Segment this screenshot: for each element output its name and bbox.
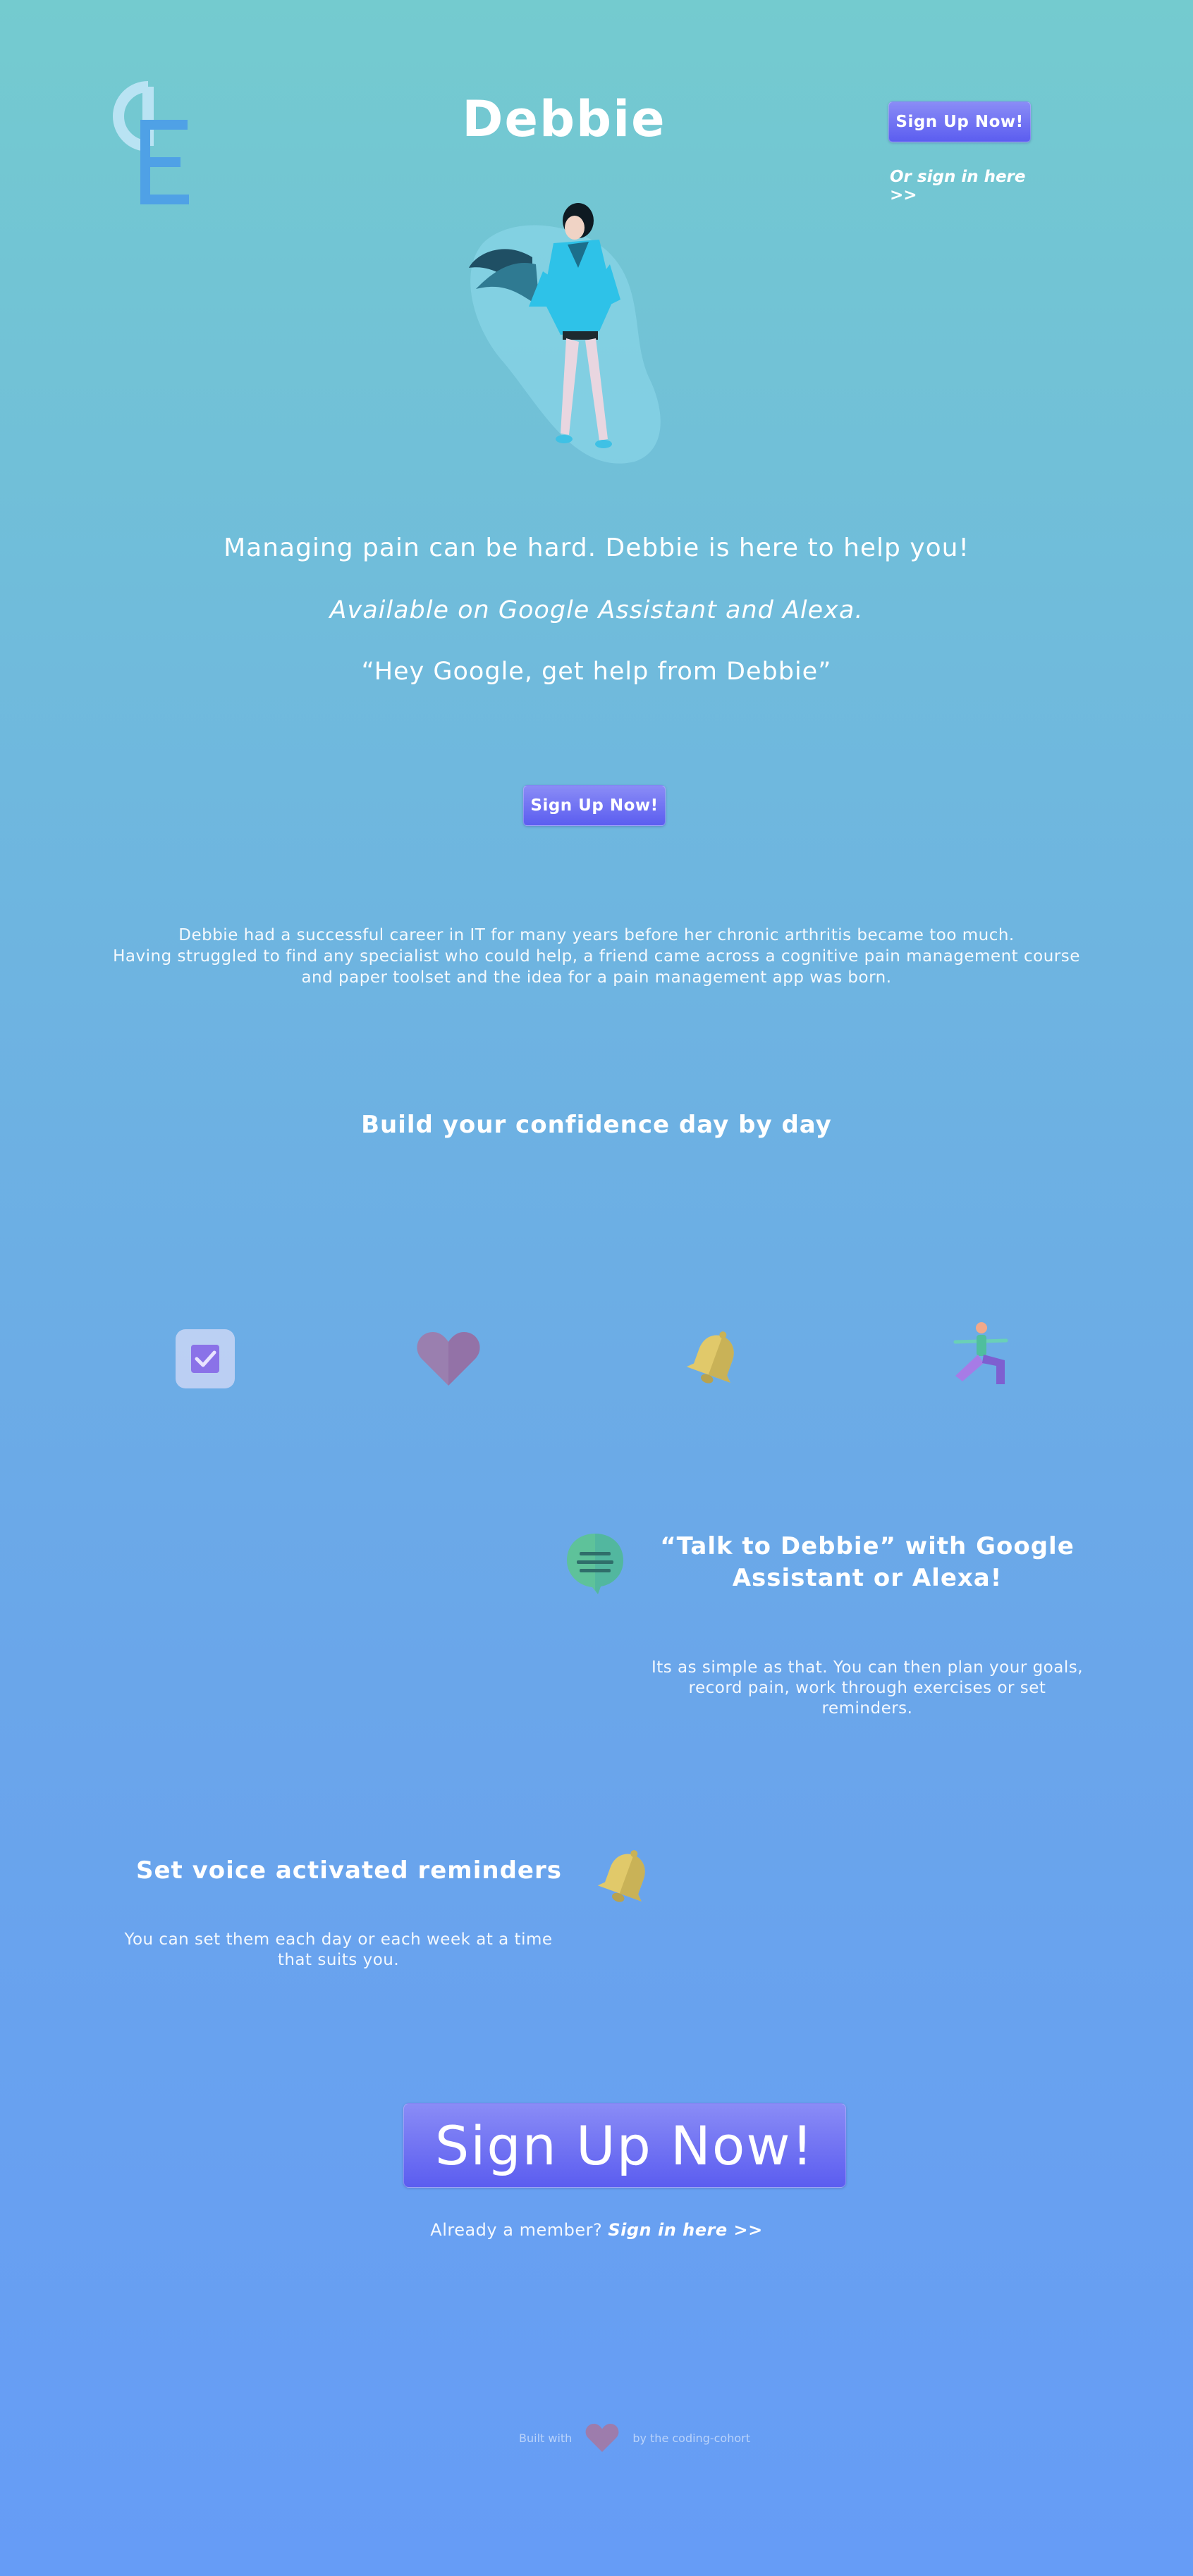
hero-availability: Available on Google Assistant and Alexa. <box>329 596 864 624</box>
footer: Built with by the coding-cohort <box>494 2420 776 2455</box>
yoga-pose-icon <box>948 1319 1012 1390</box>
talk-heading-line-2: Assistant or Alexa! <box>732 1564 1003 1592</box>
reminders-body: You can set them each day or each week a… <box>113 1930 564 1971</box>
about-line-3: and paper toolset and the idea for a pai… <box>301 968 892 987</box>
about-line-2: Having struggled to find any specialist … <box>113 947 1080 966</box>
about-line-1: Debbie had a successful career in IT for… <box>178 926 1015 944</box>
reminders-heading: Set voice activated reminders <box>136 1856 562 1885</box>
heart-icon <box>416 1331 481 1387</box>
debbie-logo[interactable] <box>104 81 192 204</box>
footer-heart-icon <box>585 2423 620 2453</box>
reminders-body-line-2: that suits you. <box>277 1951 400 1969</box>
footer-by-text: by the coding-cohort <box>632 2431 750 2445</box>
footer-built-with: Built with <box>519 2431 573 2445</box>
hero-signup-button[interactable]: Sign Up Now! <box>523 785 666 826</box>
reminder-bell-icon <box>594 1848 657 1907</box>
member-signin-row: Already a member? Sign in here >> <box>385 2220 808 2240</box>
hero-invocation: “Hey Google, get help from Debbie” <box>361 658 832 686</box>
talk-body-line-2: record pain, work through exercises or s… <box>688 1679 1046 1697</box>
superhero-illustration <box>455 201 680 472</box>
big-signup-button[interactable]: Sign Up Now! <box>403 2103 846 2188</box>
talk-body-line-1: Its as simple as that. You can then plan… <box>651 1658 1084 1677</box>
header-signup-button[interactable]: Sign Up Now! <box>888 101 1031 142</box>
talk-body-line-3: reminders. <box>821 1699 913 1718</box>
reminders-body-line-1: You can set them each day or each week a… <box>124 1930 553 1949</box>
features-heading: Build your confidence day by day <box>361 1111 832 1139</box>
about-text: Debbie had a successful career in IT for… <box>106 925 1087 988</box>
header-signin-text[interactable]: Or sign in here >> <box>890 168 1026 204</box>
talk-heading-line-1: “Talk to Debbie” with Google <box>660 1532 1075 1560</box>
checkbox-icon <box>176 1329 235 1388</box>
talk-body: Its as simple as that. You can then plan… <box>635 1658 1100 1719</box>
chat-bubble-icon <box>564 1531 626 1596</box>
site-title: Debbie <box>462 90 666 148</box>
member-signin-link[interactable]: Sign in here >> <box>608 2220 762 2240</box>
header-signin-link[interactable]: Or sign in here >> <box>890 168 1052 204</box>
member-text: Already a member? <box>430 2220 603 2240</box>
hero-tagline: Managing pain can be hard. Debbie is her… <box>224 534 969 562</box>
talk-heading: “Talk to Debbie” with Google Assistant o… <box>635 1531 1100 1594</box>
bell-icon <box>683 1329 746 1388</box>
